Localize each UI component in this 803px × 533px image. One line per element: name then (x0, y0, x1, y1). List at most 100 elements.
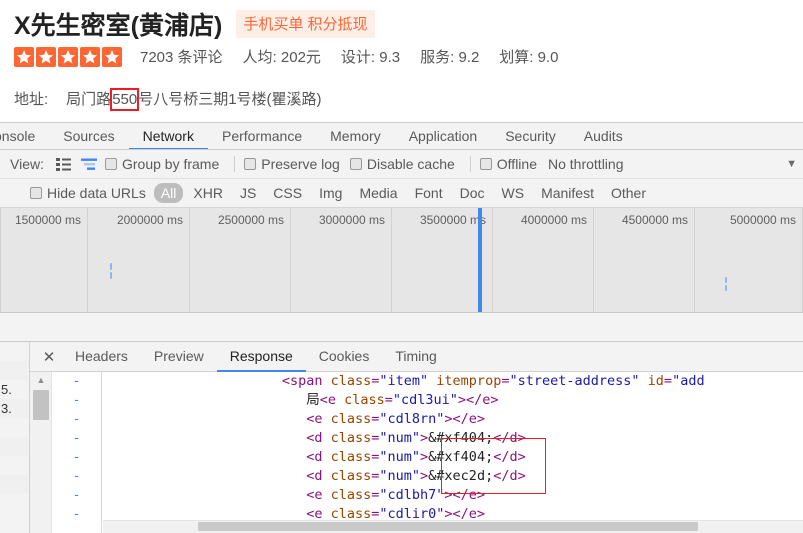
filter-ws[interactable]: WS (495, 183, 532, 203)
code-fold-marker[interactable]: - (52, 429, 101, 448)
preserve-log-checkbox[interactable]: Preserve log (244, 156, 340, 172)
star-icon (58, 46, 78, 67)
disable-cache-checkbox[interactable]: Disable cache (349, 156, 455, 172)
list-item[interactable] (0, 475, 29, 494)
tab-console[interactable]: onsole (0, 123, 49, 149)
checkbox-box[interactable] (349, 158, 362, 170)
code-fold-marker[interactable]: - (52, 391, 101, 410)
filter-other[interactable]: Other (604, 183, 653, 203)
code-token: "cdl8rn" (379, 411, 445, 427)
tab-application[interactable]: Application (395, 123, 492, 149)
shop-header: X先生密室(黄浦店) 手机买单 积分抵现 7203 条评论 人均: 202元 设… (0, 0, 803, 122)
hide-data-urls-checkbox[interactable]: Hide data URLs (30, 185, 146, 201)
star-icon (14, 46, 34, 67)
filter-img[interactable]: Img (312, 183, 349, 203)
list-item[interactable]: 5. (0, 380, 29, 399)
review-count[interactable]: 7203 条评论 (140, 46, 223, 67)
timeline-playhead[interactable] (478, 208, 482, 312)
star-icon (80, 46, 100, 67)
preserve-log-label: Preserve log (261, 156, 340, 172)
code-token: > (420, 468, 429, 484)
filter-font[interactable]: Font (408, 183, 450, 203)
request-list-column[interactable]: 5. 3. (0, 342, 30, 533)
code-token: > (420, 430, 429, 446)
chevron-down-icon[interactable]: ▼ (786, 158, 797, 170)
request-subtabbar: ✕ Headers Preview Response Cookies Timin… (30, 342, 803, 372)
code-line: <e class="cdl8rn"></e> (103, 410, 803, 429)
list-item[interactable]: 3. (0, 399, 29, 418)
status-badge: 手机买单 积分抵现 (236, 10, 375, 38)
code-token: d (314, 430, 331, 446)
subtab-headers[interactable]: Headers (62, 342, 141, 372)
code-token: = (663, 373, 673, 389)
address-suffix: 号八号桥三期1号楼(瞿溪路) (138, 91, 322, 108)
code-token: 局 (306, 392, 320, 408)
tab-audits[interactable]: Audits (570, 123, 637, 149)
list-view-icon[interactable] (53, 154, 75, 174)
checkbox-box[interactable] (104, 158, 117, 170)
code-fold-marker[interactable]: - (52, 410, 101, 429)
waterfall-view-icon[interactable] (78, 154, 100, 174)
scrollbar-thumb[interactable] (198, 522, 698, 531)
code-token: e (314, 411, 331, 427)
vertical-scrollbar[interactable]: ▲ (30, 372, 52, 533)
toolbar-divider (469, 156, 471, 172)
code-fold-marker[interactable]: - (52, 448, 101, 467)
list-item[interactable] (0, 342, 29, 361)
filter-manifest[interactable]: Manifest (534, 183, 601, 203)
code-token: "item" (379, 373, 429, 389)
list-item[interactable] (0, 456, 29, 475)
filter-xhr[interactable]: XHR (186, 183, 230, 203)
subtab-timing[interactable]: Timing (382, 342, 450, 372)
filter-css[interactable]: CSS (266, 183, 309, 203)
code-fold-marker[interactable]: - (52, 505, 101, 524)
close-icon[interactable]: ✕ (36, 342, 62, 371)
code-line: <d class="num">&#xf404;</d> (103, 448, 803, 467)
checkbox-box[interactable] (244, 158, 257, 170)
code-token: "num" (379, 430, 421, 446)
subtab-cookies[interactable]: Cookies (306, 342, 383, 372)
tab-performance[interactable]: Performance (208, 123, 316, 149)
average-price: 人均: 202元 (242, 49, 321, 66)
code-fold-gutter[interactable]: -------- (52, 372, 102, 533)
response-code-viewer[interactable]: ▲ -------- <span class="item" itemprop="… (30, 372, 803, 533)
list-item[interactable] (0, 418, 29, 437)
scrollbar-thumb[interactable] (33, 390, 49, 420)
address-highlight-annotation: 550 (110, 88, 140, 111)
code-token: e (314, 487, 331, 503)
checkbox-box[interactable] (30, 187, 42, 199)
code-content[interactable]: <span class="item" itemprop="street-addr… (103, 372, 803, 533)
request-bar (725, 277, 727, 283)
checkbox-box[interactable] (479, 158, 492, 170)
code-token: "cdl3ui" (392, 392, 458, 408)
horizontal-scrollbar[interactable] (103, 520, 803, 533)
subtab-response[interactable]: Response (216, 342, 306, 372)
code-token: ></e> (457, 392, 499, 408)
network-timeline-overview[interactable]: 1500000 ms 2000000 ms 2500000 ms 3000000… (0, 208, 803, 313)
code-fold-marker[interactable]: - (52, 372, 101, 391)
tab-memory[interactable]: Memory (316, 123, 395, 149)
list-item[interactable] (0, 361, 29, 380)
filter-media[interactable]: Media (352, 183, 404, 203)
network-filterbar: Hide data URLs All XHR JS CSS Img Media … (0, 179, 803, 208)
throttling-select[interactable]: No throttling (548, 156, 623, 172)
group-by-frame-checkbox[interactable]: Group by frame (104, 156, 219, 172)
filter-doc[interactable]: Doc (453, 183, 492, 203)
code-token: class (330, 430, 372, 446)
offline-checkbox[interactable]: Offline (479, 156, 537, 172)
list-item[interactable] (0, 437, 29, 456)
code-token: class (330, 411, 372, 427)
subtab-preview[interactable]: Preview (141, 342, 217, 372)
tab-network[interactable]: Network (128, 123, 208, 149)
filter-js[interactable]: JS (233, 183, 263, 203)
code-fold-marker[interactable]: - (52, 467, 101, 486)
code-fold-marker[interactable]: - (52, 486, 101, 505)
request-detail-pane: 5. 3. ✕ Headers Preview Response Cookies… (0, 341, 803, 533)
scroll-up-icon[interactable]: ▲ (30, 372, 52, 388)
code-token: ></e> (444, 487, 486, 503)
code-token: &#xf404; (428, 449, 494, 465)
tab-security[interactable]: Security (491, 123, 570, 149)
filter-all[interactable]: All (153, 183, 184, 203)
tab-sources[interactable]: Sources (49, 123, 128, 149)
disable-cache-label: Disable cache (366, 156, 455, 172)
